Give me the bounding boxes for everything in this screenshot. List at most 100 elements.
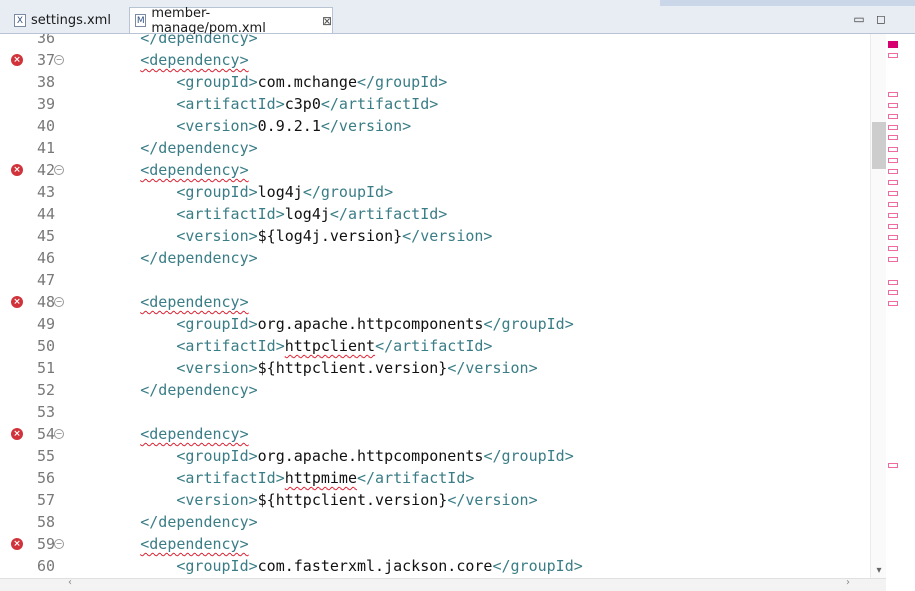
code-line[interactable]: 45 <version>${log4j.version}</version> <box>0 225 870 247</box>
warning-marker[interactable] <box>888 246 898 251</box>
code-text[interactable]: <groupId>log4j</groupId> <box>68 181 393 203</box>
xml-text: com.fasterxml.jackson.core <box>257 557 493 575</box>
scrollbar-thumb[interactable] <box>872 122 886 169</box>
code-line[interactable]: 53 <box>0 401 870 423</box>
code-line[interactable]: 60 <groupId>com.fasterxml.jackson.core</… <box>0 555 870 577</box>
error-icon[interactable]: × <box>11 54 23 66</box>
warning-marker[interactable] <box>888 114 898 119</box>
close-icon[interactable]: ⊠ <box>322 14 332 28</box>
vertical-scrollbar[interactable]: ▾ <box>870 34 887 578</box>
code-line[interactable]: 46 </dependency> <box>0 247 870 269</box>
warning-marker[interactable] <box>888 213 898 218</box>
code-text[interactable]: <version>0.9.2.1</version> <box>68 115 411 137</box>
warning-marker[interactable] <box>888 169 898 174</box>
error-icon[interactable]: × <box>11 164 23 176</box>
warning-marker[interactable] <box>888 158 898 163</box>
code-text[interactable]: <artifactId>httpclient</artifactId> <box>68 335 492 357</box>
code-line[interactable]: 40 <version>0.9.2.1</version> <box>0 115 870 137</box>
warning-marker[interactable] <box>888 290 898 295</box>
error-summary-marker[interactable] <box>888 41 898 48</box>
warning-marker[interactable] <box>888 301 898 306</box>
warning-marker[interactable] <box>888 92 898 97</box>
collapse-fold-icon[interactable]: − <box>54 55 64 65</box>
code-text[interactable]: <dependency> <box>68 291 248 313</box>
code-line[interactable]: 39 <artifactId>c3p0</artifactId> <box>0 93 870 115</box>
warning-marker[interactable] <box>888 125 898 130</box>
code-line[interactable]: × 37− <dependency> <box>0 49 870 71</box>
code-text[interactable]: <groupId>com.fasterxml.jackson.core</gro… <box>68 555 582 577</box>
code-text[interactable]: <dependency> <box>68 533 248 555</box>
code-line[interactable]: 52 </dependency> <box>0 379 870 401</box>
code-line[interactable]: 47 <box>0 269 870 291</box>
code-line[interactable]: × 59− <dependency> <box>0 533 870 555</box>
warning-marker[interactable] <box>888 280 898 285</box>
collapse-fold-icon[interactable]: − <box>54 429 64 439</box>
code-line[interactable]: 50 <artifactId>httpclient</artifactId> <box>0 335 870 357</box>
minimize-icon[interactable]: ▭ <box>852 12 866 26</box>
warning-marker[interactable] <box>888 224 898 229</box>
warning-marker[interactable] <box>888 257 898 262</box>
xml-tag: <groupId> <box>176 183 258 201</box>
code-text[interactable]: <groupId>org.apache.httpcomponents</grou… <box>68 445 573 467</box>
code-text[interactable]: <version>${httpclient.version}</version> <box>68 489 537 511</box>
scroll-right-icon[interactable]: › <box>846 577 850 588</box>
scroll-down-icon[interactable]: ▾ <box>873 565 885 576</box>
warning-marker[interactable] <box>888 135 898 140</box>
error-icon[interactable]: × <box>11 538 23 550</box>
code-text[interactable]: </dependency> <box>68 34 257 49</box>
code-line[interactable]: 56 <artifactId>httpmime</artifactId> <box>0 467 870 489</box>
warning-marker[interactable] <box>888 180 898 185</box>
warning-marker[interactable] <box>888 103 898 108</box>
scroll-left-icon[interactable]: ‹ <box>68 577 72 588</box>
error-icon[interactable]: × <box>11 296 23 308</box>
code-line[interactable]: 38 <groupId>com.mchange</groupId> <box>0 71 870 93</box>
overview-ruler[interactable] <box>886 34 915 590</box>
code-line[interactable]: 41 </dependency> <box>0 137 870 159</box>
code-text[interactable]: </dependency> <box>68 137 257 159</box>
code-line[interactable]: 43 <groupId>log4j</groupId> <box>0 181 870 203</box>
warning-marker[interactable] <box>888 53 898 58</box>
code-line[interactable]: × 54− <dependency> <box>0 423 870 445</box>
warning-marker[interactable] <box>888 147 898 152</box>
code-line[interactable]: 55 <groupId>org.apache.httpcomponents</g… <box>0 445 870 467</box>
collapse-fold-icon[interactable]: − <box>54 297 64 307</box>
code-line[interactable]: 57 <version>${httpclient.version}</versi… <box>0 489 870 511</box>
warning-marker[interactable] <box>888 235 898 240</box>
line-number: 55 <box>36 447 55 465</box>
tab-settings-xml[interactable]: X settings.xml <box>0 7 128 33</box>
code-text[interactable]: <artifactId>httpmime</artifactId> <box>68 467 474 489</box>
error-icon[interactable]: × <box>11 428 23 440</box>
code-text[interactable]: <dependency> <box>68 423 248 445</box>
code-text[interactable]: <artifactId>c3p0</artifactId> <box>68 93 438 115</box>
collapse-fold-icon[interactable]: − <box>54 165 64 175</box>
warning-marker[interactable] <box>888 202 898 207</box>
code-editor[interactable]: 36 </dependency> × 37− <dependency> 38 <gro… <box>0 34 870 578</box>
code-text[interactable]: <version>${log4j.version}</version> <box>68 225 492 247</box>
xml-tag: <groupId> <box>176 315 258 333</box>
code-text[interactable]: <dependency> <box>68 159 248 181</box>
line-number: 38 <box>36 73 55 91</box>
maximize-icon[interactable]: ◻ <box>874 12 888 26</box>
warning-marker[interactable] <box>888 463 898 468</box>
code-text[interactable]: <artifactId>log4j</artifactId> <box>68 203 447 225</box>
code-text[interactable]: <groupId>org.apache.httpcomponents</grou… <box>68 313 573 335</box>
code-text[interactable]: </dependency> <box>68 379 257 401</box>
code-line[interactable]: 44 <artifactId>log4j</artifactId> <box>0 203 870 225</box>
xml-text: c3p0 <box>284 95 321 113</box>
code-line[interactable]: 51 <version>${httpclient.version}</versi… <box>0 357 870 379</box>
collapse-fold-icon[interactable]: − <box>54 539 64 549</box>
tab-pom-xml[interactable]: M member-manage/pom.xml ⊠ <box>129 6 333 36</box>
code-line[interactable]: × 48− <dependency> <box>0 291 870 313</box>
code-line[interactable]: × 42− <dependency> <box>0 159 870 181</box>
warning-marker[interactable] <box>888 191 898 196</box>
code-text[interactable]: </dependency> <box>68 247 257 269</box>
code-text[interactable]: <version>${httpclient.version}</version> <box>68 357 537 379</box>
code-line[interactable]: 58 </dependency> <box>0 511 870 533</box>
horizontal-scrollbar[interactable]: ‹ › <box>0 577 886 591</box>
code-line[interactable]: 49 <groupId>org.apache.httpcomponents</g… <box>0 313 870 335</box>
code-text[interactable]: <groupId>com.mchange</groupId> <box>68 71 447 93</box>
code-text[interactable]: </dependency> <box>68 511 257 533</box>
code-line[interactable]: 36 </dependency> <box>0 34 870 49</box>
xml-text: ${httpclient.version} <box>257 359 448 377</box>
code-text[interactable]: <dependency> <box>68 49 248 71</box>
